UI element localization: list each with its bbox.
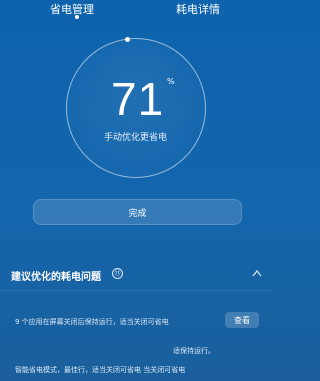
issue-description-continued: 适保持运行。 xyxy=(173,347,215,355)
section-title: 建议优化的耗电问题 xyxy=(11,272,101,283)
done-button[interactable]: 完成 xyxy=(33,199,242,225)
tab-power-usage-details[interactable]: 耗电详情 xyxy=(176,1,220,17)
top-tabs: 省电管理 耗电详情 xyxy=(0,0,271,24)
section-divider xyxy=(0,290,271,291)
info-icon[interactable]: ⑪ xyxy=(112,268,123,279)
smart-power-mode-description: 智能省电模式，最佳行，适当关闭可省电 当关闭可省电 xyxy=(15,366,186,374)
score-unit: % xyxy=(167,77,175,86)
tab-power-management[interactable]: 省电管理 xyxy=(50,1,94,17)
gauge-subtitle: 手动优化更省电 xyxy=(104,133,168,143)
gauge-marker xyxy=(125,37,130,42)
tab-indicator-dot xyxy=(75,15,79,19)
issue-description: 9 个应用在屏幕关闭后保持运行，适当关闭可省电 xyxy=(15,318,169,326)
optimization-score: 71 xyxy=(111,73,165,125)
battery-optimization-gauge: 71 % 手动优化更省电 xyxy=(66,37,206,178)
chevron-up-icon[interactable] xyxy=(252,269,262,277)
view-button[interactable]: 查看 xyxy=(225,312,259,328)
